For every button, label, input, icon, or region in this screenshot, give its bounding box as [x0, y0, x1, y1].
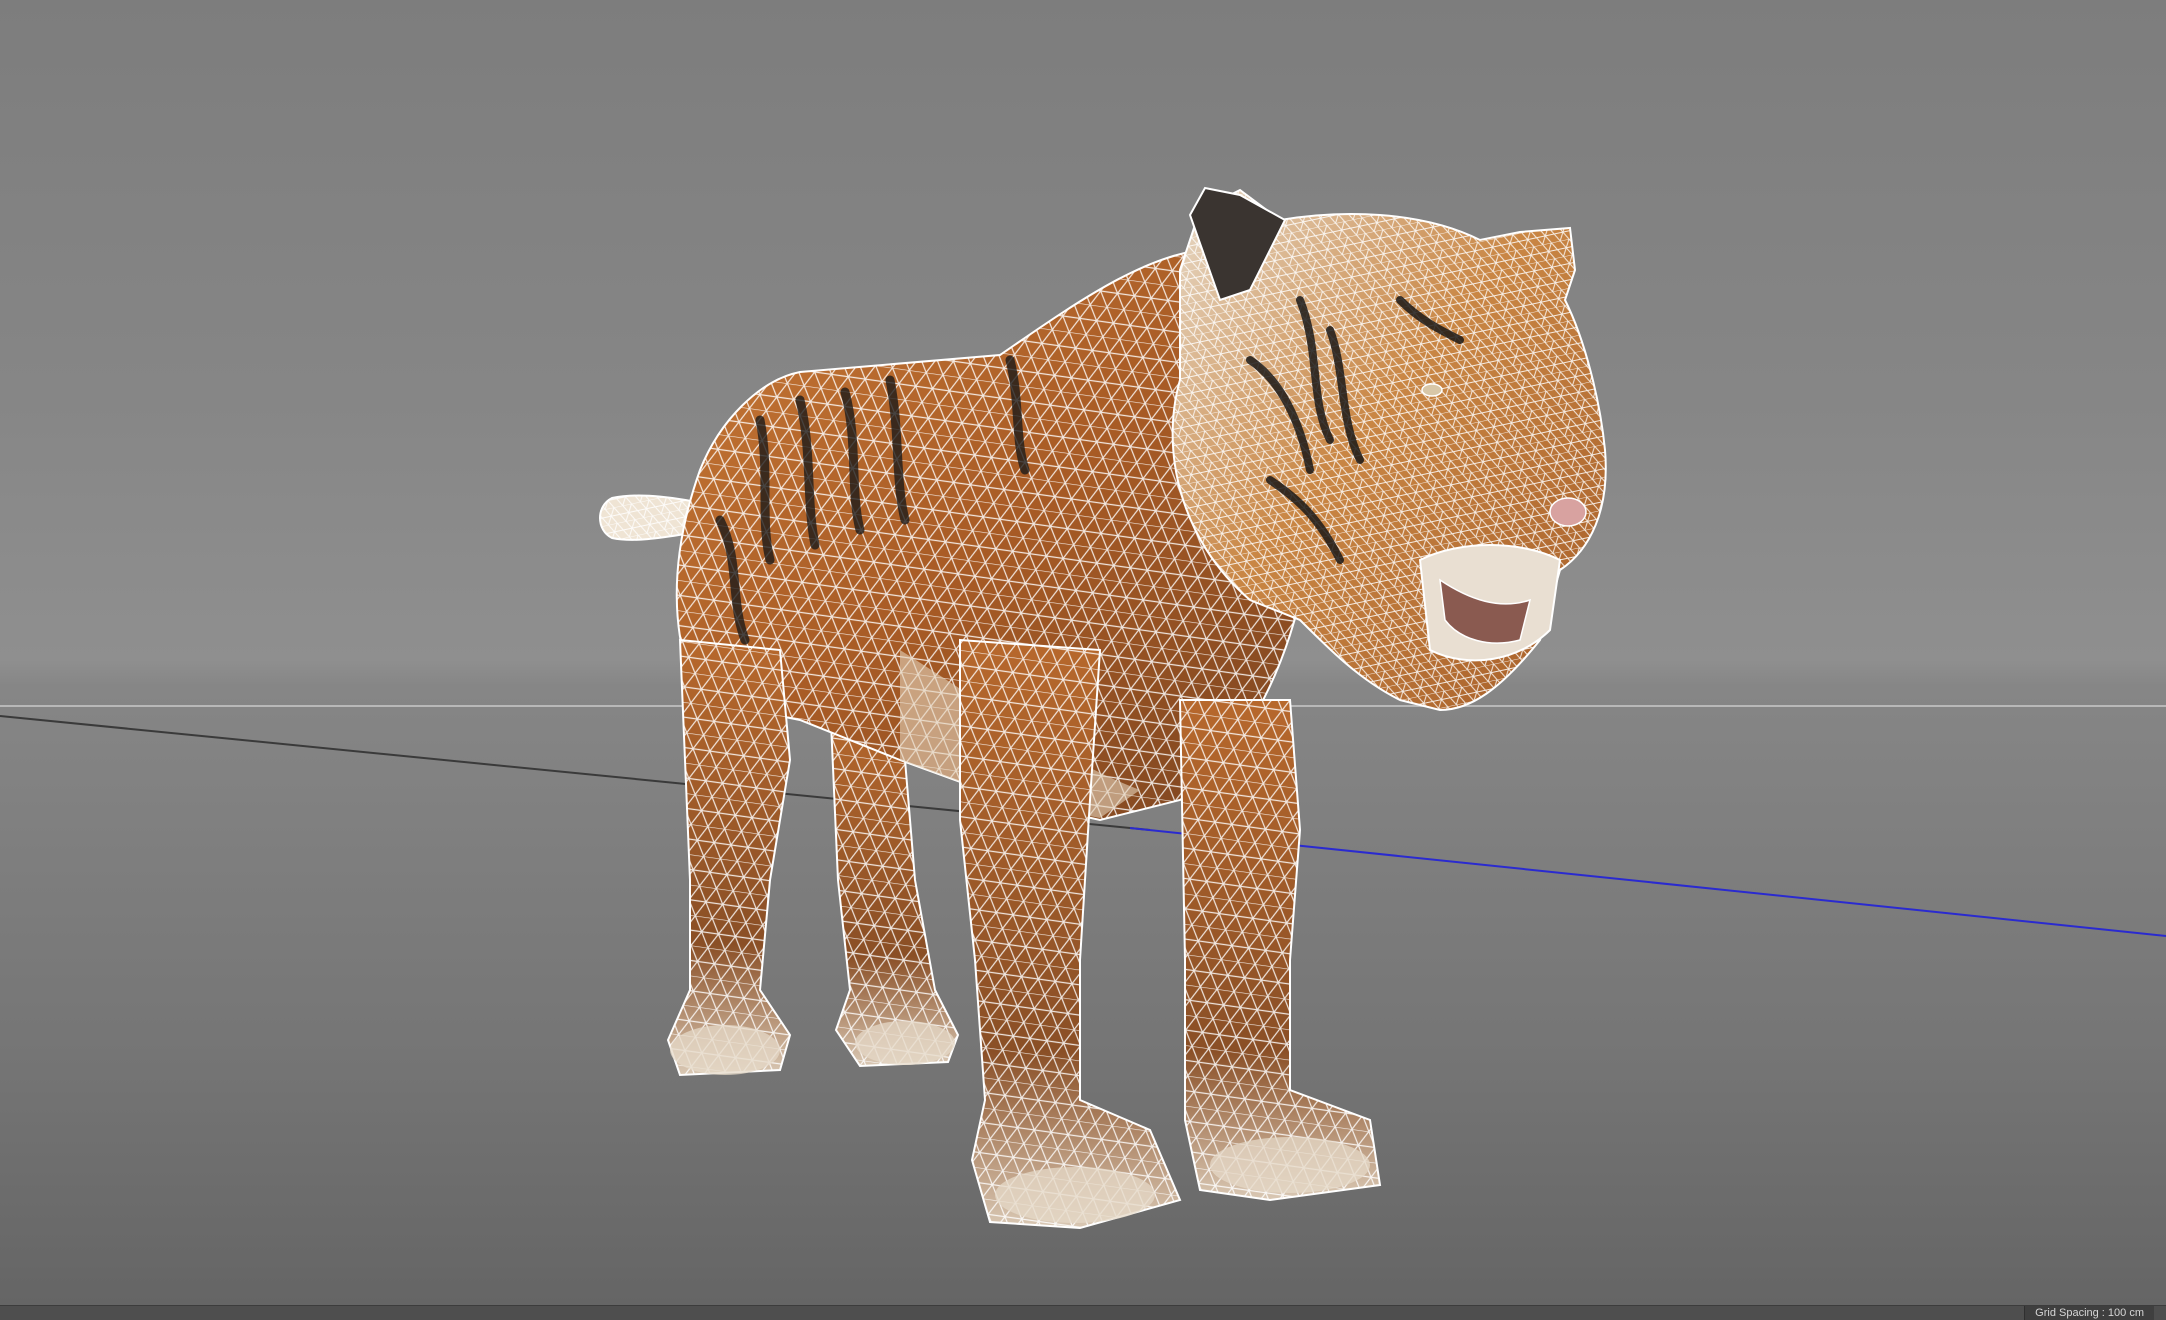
viewport-scene[interactable] — [0, 0, 2166, 1320]
3d-viewport[interactable]: Grid Spacing : 100 cm — [0, 0, 2166, 1320]
tiger-nose — [1549, 497, 1587, 527]
viewport-status-bar: Grid Spacing : 100 cm — [0, 1305, 2166, 1320]
tiger-model[interactable] — [599, 186, 1607, 1230]
grid-spacing-readout: Grid Spacing : 100 cm — [2024, 1306, 2154, 1320]
tiger-eye — [1421, 383, 1443, 397]
